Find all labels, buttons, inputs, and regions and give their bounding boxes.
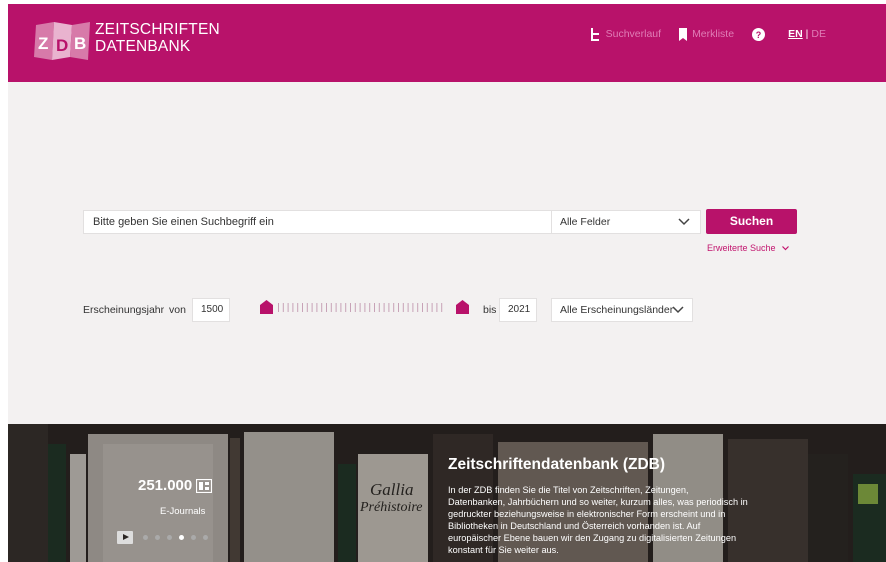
slider-tick — [326, 303, 327, 312]
svg-text:B: B — [74, 34, 86, 53]
slider-tick — [292, 303, 294, 312]
carousel-dot[interactable] — [167, 535, 172, 540]
slider-tick — [402, 303, 404, 312]
year-from-label: von — [169, 304, 186, 316]
chevron-down-icon — [781, 245, 789, 250]
slider-tick — [398, 303, 399, 312]
slider-tick — [287, 303, 289, 312]
ejournal-icon — [196, 478, 213, 493]
svg-text:D: D — [56, 36, 68, 55]
slider-tick — [306, 303, 308, 312]
chevron-down-icon — [678, 218, 690, 226]
carousel-dot[interactable] — [143, 535, 148, 540]
slider-tick — [330, 303, 332, 312]
search-history-label: Suchverlauf — [605, 28, 662, 40]
play-icon[interactable] — [117, 531, 133, 544]
chevron-down-icon — [672, 306, 684, 314]
slider-tick — [335, 303, 337, 312]
slider-tick — [340, 303, 342, 312]
lang-de-link[interactable]: DE — [811, 28, 826, 40]
lang-en-link[interactable]: EN — [788, 28, 803, 40]
slider-tick — [436, 303, 438, 312]
slider-handle-left-icon[interactable] — [260, 300, 273, 314]
slider-tick — [345, 303, 347, 312]
slider-tick — [383, 303, 385, 312]
slider-tick — [282, 303, 284, 312]
slider-tick — [374, 303, 375, 312]
slider-tick — [431, 303, 433, 312]
page-frame: Z D B ZEITSCHRIFTEN DATENBANK Suchverlau… — [8, 4, 886, 562]
carousel-dot[interactable] — [179, 535, 184, 540]
slider-tick — [297, 303, 299, 312]
carousel-dots — [143, 535, 215, 540]
stat-number-value: 251.000 — [138, 477, 193, 494]
slider-tick — [393, 303, 395, 312]
stat-number: 251.000 — [138, 477, 213, 494]
slider-tick — [417, 303, 419, 312]
info-text: In der ZDB finden Sie die Titel von Zeit… — [448, 485, 748, 555]
bookmarks-label: Merkliste — [692, 28, 735, 40]
slider-tick — [311, 303, 313, 312]
search-button[interactable]: Suchen — [706, 209, 797, 234]
header: Z D B ZEITSCHRIFTEN DATENBANK Suchverlau… — [8, 4, 886, 82]
slider-tick — [278, 303, 279, 312]
search-input[interactable]: Bitte geben Sie einen Suchbegriff ein — [83, 210, 553, 234]
search-field-value: Alle Felder — [560, 216, 611, 228]
stat-label: E-Journals — [160, 506, 206, 517]
country-select[interactable]: Alle Erscheinungsländer — [551, 298, 693, 322]
slider-tick — [350, 303, 351, 312]
carousel-dot[interactable] — [203, 535, 208, 540]
slider-tick — [354, 303, 356, 312]
slider-tick — [422, 303, 423, 312]
search-field-select[interactable]: Alle Felder — [551, 210, 701, 234]
slider-tick — [369, 303, 371, 312]
slider-tick — [321, 303, 323, 312]
bookmarks-link[interactable]: Merkliste — [679, 27, 735, 41]
language-switch: EN | DE — [788, 28, 826, 40]
logo-wordmark[interactable]: ZEITSCHRIFTEN DATENBANK — [95, 21, 220, 55]
logo-line-2: DATENBANK — [95, 38, 191, 55]
slider-tick — [407, 303, 409, 312]
year-to-input[interactable]: 2021 — [499, 298, 537, 322]
slider-tick — [378, 303, 380, 312]
svg-text:?: ? — [756, 30, 762, 40]
carousel-dot[interactable] — [155, 535, 160, 540]
advanced-search-label: Erweiterte Suche — [707, 243, 776, 253]
slider-tick — [302, 303, 303, 312]
slider-track[interactable] — [276, 303, 446, 312]
carousel-controls — [117, 531, 215, 544]
svg-text:Z: Z — [38, 34, 48, 53]
slider-handle-right-icon[interactable] — [456, 300, 469, 314]
hero-banner: Gallia Préhistoire 251.000 E-Journals Ze… — [8, 424, 886, 562]
year-label: Erscheinungsjahr — [83, 304, 165, 316]
history-tree-icon — [590, 27, 599, 41]
info-title: Zeitschriftendatenbank (ZDB) — [448, 456, 666, 473]
lang-separator: | — [805, 28, 809, 40]
search-history-link[interactable]: Suchverlauf — [590, 27, 662, 41]
search-area: Bitte geben Sie einen Suchbegriff ein Al… — [8, 82, 886, 424]
carousel-dot[interactable] — [191, 535, 196, 540]
slider-tick — [359, 303, 361, 312]
year-to-label: bis — [483, 304, 497, 316]
bookmark-icon — [679, 27, 688, 41]
header-nav: Suchverlauf Merkliste ? EN | DE — [572, 26, 826, 42]
slider-tick — [426, 303, 428, 312]
advanced-search-link[interactable]: Erweiterte Suche — [707, 243, 789, 253]
slider-tick — [412, 303, 414, 312]
slider-tick — [441, 303, 443, 312]
help-button[interactable]: ? — [752, 27, 770, 41]
slider-tick — [316, 303, 318, 312]
zdb-logo-icon[interactable]: Z D B — [34, 21, 92, 61]
logo-line-1: ZEITSCHRIFTEN — [95, 21, 220, 38]
country-select-value: Alle Erscheinungsländer — [560, 304, 674, 316]
slider-tick — [388, 303, 390, 312]
year-from-input[interactable]: 1500 — [192, 298, 230, 322]
year-filter-row: Erscheinungsjahr von 1500 bis 2021 Alle … — [83, 297, 783, 323]
year-range-slider[interactable] — [260, 300, 470, 316]
question-circle-icon: ? — [752, 27, 766, 41]
slider-tick — [364, 303, 366, 312]
